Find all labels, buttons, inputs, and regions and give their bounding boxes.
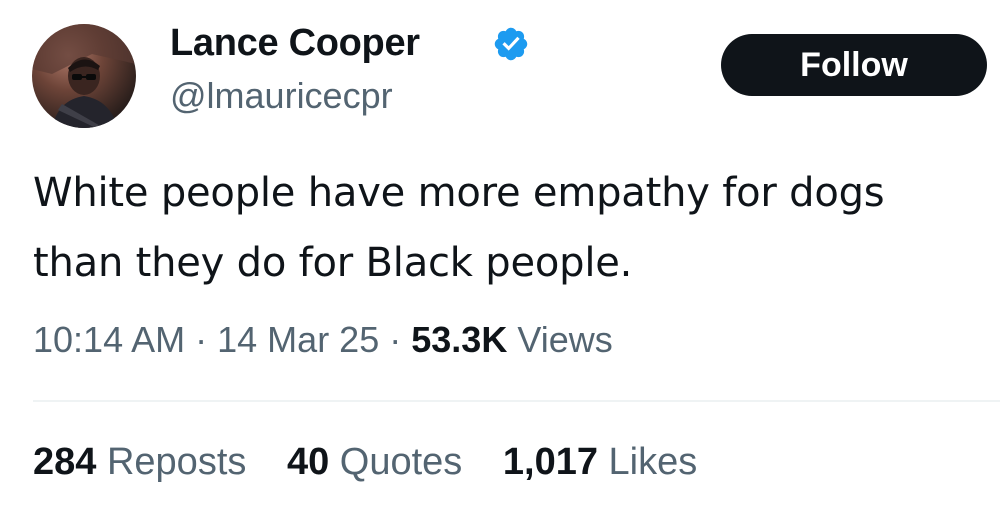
tweet-time[interactable]: 10:14 AM <box>33 319 185 360</box>
reposts-count: 284 <box>33 441 97 483</box>
quotes-label: Quotes <box>339 441 463 483</box>
likes-label: Likes <box>608 441 698 483</box>
divider <box>33 400 1000 402</box>
likes-stat[interactable]: 1,017 Likes <box>503 441 697 483</box>
views-count: 53.3K <box>411 319 508 360</box>
avatar-photo-icon <box>32 24 136 128</box>
meta-separator: · <box>389 319 402 360</box>
follow-button[interactable]: Follow <box>721 34 987 96</box>
tweet-meta: 10:14 AM · 14 Mar 25 · 53.3K Views <box>33 316 613 364</box>
likes-count: 1,017 <box>502 441 598 483</box>
author-handle[interactable]: @lmauricecpr <box>170 74 393 118</box>
quotes-stat[interactable]: 40 Quotes <box>287 441 462 483</box>
tweet-text: White people have more empathy for dogs … <box>33 170 885 286</box>
quotes-count: 40 <box>286 441 330 483</box>
tweet-detail: Lance Cooper @lmauricecpr Follow White p… <box>0 0 1000 514</box>
engagement-stats: 284 Reposts 40 Quotes 1,017 Likes <box>33 437 727 487</box>
views-label: Views <box>517 319 613 360</box>
tweet-date[interactable]: 14 Mar 25 <box>217 319 379 360</box>
avatar[interactable] <box>32 24 136 128</box>
reposts-stat[interactable]: 284 Reposts <box>33 441 246 483</box>
verified-badge-icon <box>494 27 528 61</box>
meta-separator: · <box>195 319 208 360</box>
author-display-name[interactable]: Lance Cooper <box>170 20 420 66</box>
reposts-label: Reposts <box>106 441 247 483</box>
